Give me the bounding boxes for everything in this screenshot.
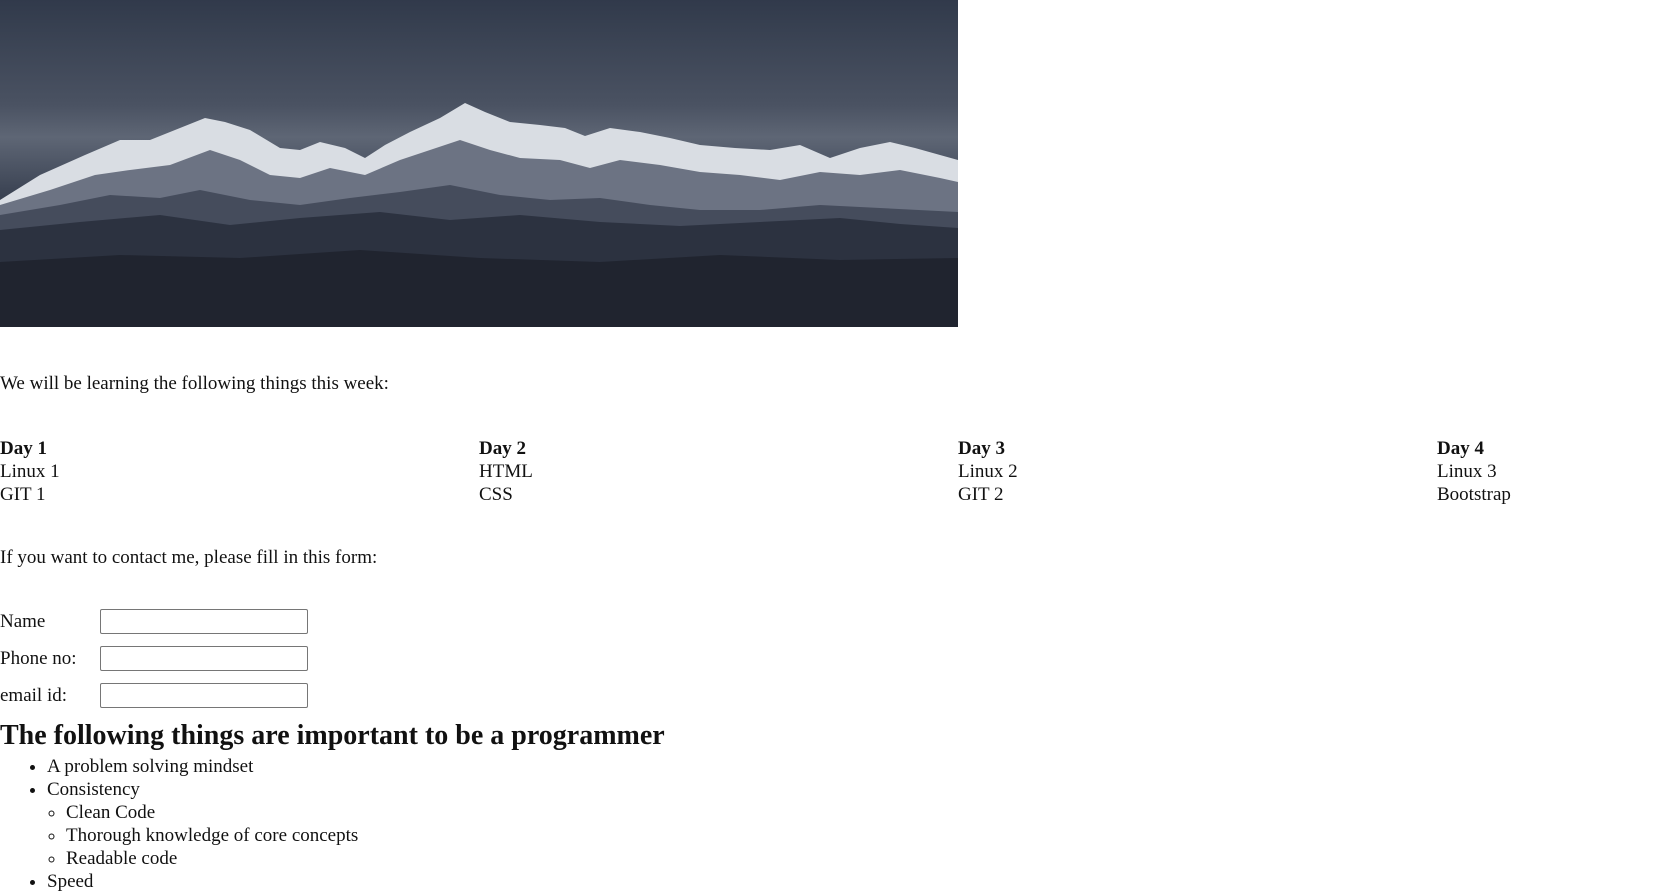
- schedule-day-1: Day 1 Linux 1 GIT 1: [0, 437, 60, 506]
- programmer-list: A problem solving mindset Consistency Cl…: [0, 755, 358, 893]
- day-heading: Day 2: [479, 438, 526, 459]
- list-item: Speed: [47, 870, 358, 893]
- name-row: Name: [0, 609, 320, 635]
- intro-text: We will be learning the following things…: [0, 373, 389, 394]
- name-input[interactable]: [100, 609, 308, 634]
- list-item-label: A problem solving mindset: [47, 756, 254, 777]
- name-label: Name: [0, 611, 46, 632]
- day-topic: Linux 3: [1437, 461, 1497, 482]
- day-topic: Linux 2: [958, 461, 1018, 482]
- contact-text: If you want to contact me, please fill i…: [0, 547, 378, 568]
- phone-row: Phone no:: [0, 646, 320, 672]
- day-topic: CSS: [479, 484, 513, 505]
- email-label: email id:: [0, 685, 68, 706]
- schedule-day-4: Day 4 Linux 3 Bootstrap: [1437, 437, 1511, 506]
- sub-list: Clean Code Thorough knowledge of core co…: [47, 801, 358, 870]
- day-topic: HTML: [479, 461, 533, 482]
- day-topic: Bootstrap: [1437, 484, 1511, 505]
- email-input[interactable]: [100, 683, 308, 708]
- schedule-day-2: Day 2 HTML CSS: [479, 437, 533, 506]
- day-topic: GIT 1: [0, 484, 46, 505]
- sub-list-item: Thorough knowledge of core concepts: [66, 824, 358, 847]
- schedule-day-3: Day 3 Linux 2 GIT 2: [958, 437, 1018, 506]
- day-heading: Day 4: [1437, 438, 1484, 459]
- programmer-heading: The following things are important to be…: [0, 720, 665, 751]
- phone-input[interactable]: [100, 646, 308, 671]
- day-heading: Day 3: [958, 438, 1005, 459]
- phone-label: Phone no:: [0, 648, 77, 669]
- list-item: Consistency Clean Code Thorough knowledg…: [47, 778, 358, 870]
- list-item-label: Speed: [47, 871, 94, 892]
- email-row: email id:: [0, 683, 320, 709]
- day-topic: Linux 1: [0, 461, 60, 482]
- list-item: A problem solving mindset: [47, 755, 358, 778]
- day-topic: GIT 2: [958, 484, 1004, 505]
- sub-list-item: Clean Code: [66, 801, 358, 824]
- sub-list-item: Readable code: [66, 847, 358, 870]
- mountain-illustration: [0, 103, 958, 327]
- list-item-label: Consistency: [47, 779, 140, 800]
- foreground-hills: [0, 250, 958, 327]
- day-heading: Day 1: [0, 438, 47, 459]
- hero-mountain-image: [0, 0, 958, 327]
